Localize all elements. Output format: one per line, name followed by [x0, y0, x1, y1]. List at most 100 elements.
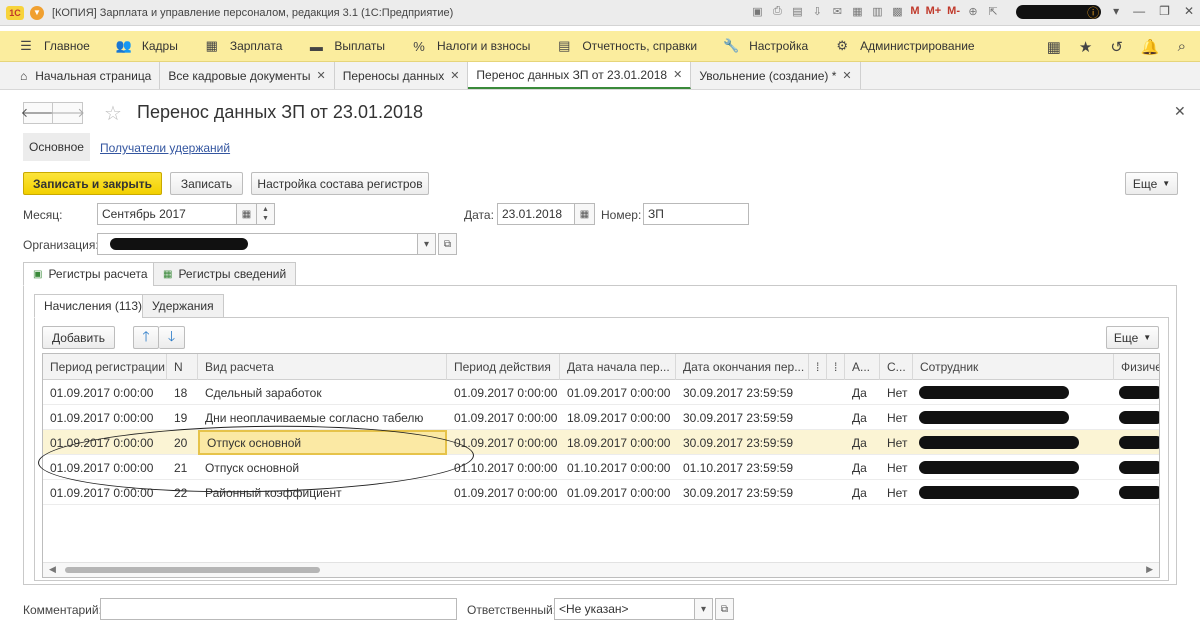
cell-a[interactable]: Да	[845, 380, 880, 405]
col-individual[interactable]: Физиче	[1114, 354, 1159, 380]
cell-calc-kind[interactable]: Сдельный заработок	[198, 380, 447, 405]
date-field[interactable]: 23.01.2018	[497, 203, 575, 225]
memory-plus-button[interactable]: M+	[926, 5, 942, 17]
number-field[interactable]: ЗП	[643, 203, 749, 225]
table-icon[interactable]: ▦	[850, 4, 864, 18]
cell-n[interactable]: 22	[167, 480, 198, 505]
tab-data-transfers[interactable]: Переносы данных ✕	[335, 62, 469, 89]
cell-registration-period[interactable]: 01.09.2017 0:00:00	[43, 455, 167, 480]
tab-home[interactable]: ⌂ Начальная страница	[0, 62, 161, 89]
memory-minus-button[interactable]: M-	[947, 5, 960, 17]
cell-start-date[interactable]: 01.09.2017 0:00:00	[560, 480, 676, 505]
history-icon[interactable]: ↺	[1110, 38, 1123, 56]
col-flag-2[interactable]: ⁞	[827, 354, 845, 380]
favorites-star-icon[interactable]: ★	[1079, 38, 1092, 56]
cell-s[interactable]: Нет	[880, 480, 913, 505]
app-menu-button[interactable]: ▼	[30, 5, 44, 20]
cell-end-date[interactable]: 30.09.2017 23:59:59	[676, 405, 809, 430]
col-a[interactable]: А...	[845, 354, 880, 380]
menu-item-personnel[interactable]: 👥 Кадры	[116, 38, 178, 54]
cell-registration-period[interactable]: 01.09.2017 0:00:00	[43, 380, 167, 405]
cell-s[interactable]: Нет	[880, 405, 913, 430]
scrollbar-thumb[interactable]	[65, 567, 320, 573]
horizontal-scrollbar[interactable]: ◀ ▶	[43, 562, 1159, 577]
responsible-field[interactable]: <Не указан>	[554, 598, 695, 620]
cell-s[interactable]: Нет	[880, 430, 913, 455]
cell-registration-period[interactable]: 01.09.2017 0:00:00	[43, 430, 167, 455]
table-row[interactable]: 01.09.2017 0:00:00 21 Отпуск основной 01.10…	[43, 455, 1159, 480]
zoom-icon[interactable]: ⊕	[966, 4, 980, 18]
cell-calc-kind[interactable]: Дни неоплачиваемые согласно табелю	[198, 405, 447, 430]
calculator-icon[interactable]: ▩	[890, 4, 904, 18]
tab-accruals[interactable]: Начисления (113)	[34, 294, 152, 318]
add-button[interactable]: Добавить	[42, 326, 115, 349]
cell-n[interactable]: 18	[167, 380, 198, 405]
cell-n[interactable]: 21	[167, 455, 198, 480]
cell-action-period[interactable]: 01.09.2017 0:00:00	[447, 430, 560, 455]
month-field[interactable]: Сентябрь 2017	[97, 203, 237, 225]
stepper-down-icon[interactable]: ▼	[262, 214, 269, 223]
cell-n[interactable]: 19	[167, 405, 198, 430]
col-calc-kind[interactable]: Вид расчета	[198, 354, 447, 380]
table-more-button[interactable]: Еще ▼	[1106, 326, 1159, 349]
dropdown-icon[interactable]: ▾	[418, 233, 436, 255]
table-row[interactable]: 01.09.2017 0:00:00 19 Дни неоплачиваемые с…	[43, 405, 1159, 430]
cell-start-date[interactable]: 18.09.2017 0:00:00	[560, 430, 676, 455]
table-row[interactable]: 01.09.2017 0:00:00 20 Отпуск основной 01.09…	[43, 430, 1159, 455]
tab-dismissal-create[interactable]: Увольнение (создание) * ✕	[691, 62, 861, 89]
print-icon[interactable]: ⎙	[770, 4, 784, 18]
cell-start-date[interactable]: 01.10.2017 0:00:00	[560, 455, 676, 480]
cell-a[interactable]: Да	[845, 455, 880, 480]
cell-start-date[interactable]: 18.09.2017 0:00:00	[560, 405, 676, 430]
calendar-icon[interactable]: ▦	[575, 203, 595, 225]
col-employee[interactable]: Сотрудник	[913, 354, 1114, 380]
close-icon[interactable]: ✕	[842, 69, 851, 82]
close-form-icon[interactable]: ✕	[1174, 103, 1186, 120]
favorite-star-icon[interactable]: ☆	[104, 101, 122, 126]
save-button[interactable]: Записать	[170, 172, 243, 195]
cell-calc-kind[interactable]: Отпуск основной	[198, 455, 447, 480]
close-icon[interactable]: ✕	[1184, 4, 1194, 21]
cell-action-period[interactable]: 01.09.2017 0:00:00	[447, 380, 560, 405]
cell-start-date[interactable]: 01.09.2017 0:00:00	[560, 380, 676, 405]
col-n[interactable]: N	[167, 354, 198, 380]
comment-field[interactable]	[100, 598, 457, 620]
memory-button[interactable]: M	[910, 5, 919, 17]
open-link-icon[interactable]: ⧉	[715, 598, 734, 620]
tab-info-registers[interactable]: ▦ Регистры сведений	[153, 262, 297, 286]
info-icon[interactable]: ⓘ	[1087, 4, 1099, 21]
close-icon[interactable]: ✕	[450, 69, 459, 82]
tab-calc-registers[interactable]: ▣ Регистры расчета	[23, 262, 158, 286]
scroll-left-icon[interactable]: ◀	[49, 564, 56, 575]
cell-calc-kind[interactable]: Районный коэффициент	[198, 480, 447, 505]
table-row[interactable]: 01.09.2017 0:00:00 22 Районный коэффициент…	[43, 480, 1159, 505]
scroll-right-icon[interactable]: ▶	[1146, 564, 1153, 575]
save-and-close-button[interactable]: Записать и закрыть	[23, 172, 162, 195]
col-start-date[interactable]: Дата начала пер...	[560, 354, 676, 380]
preview-icon[interactable]: ▤	[790, 4, 804, 18]
cell-action-period[interactable]: 01.10.2017 0:00:00	[447, 455, 560, 480]
grid-icon[interactable]: ▦	[1047, 38, 1061, 56]
back-arrow-icon[interactable]: 🡐	[21, 102, 55, 124]
cell-s[interactable]: Нет	[880, 455, 913, 480]
cell-s[interactable]: Нет	[880, 380, 913, 405]
menu-item-settings[interactable]: 🔧 Настройка	[723, 38, 808, 54]
mail-icon[interactable]: ✉	[830, 4, 844, 18]
col-registration-period[interactable]: Период регистрации	[43, 354, 167, 380]
registers-setup-button[interactable]: Настройка состава регистров	[251, 172, 429, 195]
cell-a[interactable]: Да	[845, 480, 880, 505]
cell-a[interactable]: Да	[845, 430, 880, 455]
cell-action-period[interactable]: 01.09.2017 0:00:00	[447, 480, 560, 505]
move-up-arrow-icon[interactable]: 🡑	[133, 326, 159, 349]
chevron-down-icon[interactable]: ▾	[1113, 4, 1119, 21]
col-s[interactable]: С...	[880, 354, 913, 380]
subnav-main[interactable]: Основное	[23, 133, 90, 161]
close-icon[interactable]: ✕	[317, 69, 326, 82]
expand-icon[interactable]: ⇱	[986, 4, 1000, 18]
tab-data-transfer-doc[interactable]: Перенос данных ЗП от 23.01.2018 ✕	[468, 62, 692, 89]
cell-a[interactable]: Да	[845, 405, 880, 430]
menu-item-salary[interactable]: ▦ Зарплата	[204, 38, 283, 54]
table-row[interactable]: 01.09.2017 0:00:00 18 Сдельный заработок 01…	[43, 380, 1159, 405]
minimize-icon[interactable]: —	[1133, 4, 1145, 21]
link-icon[interactable]: ⇩	[810, 4, 824, 18]
